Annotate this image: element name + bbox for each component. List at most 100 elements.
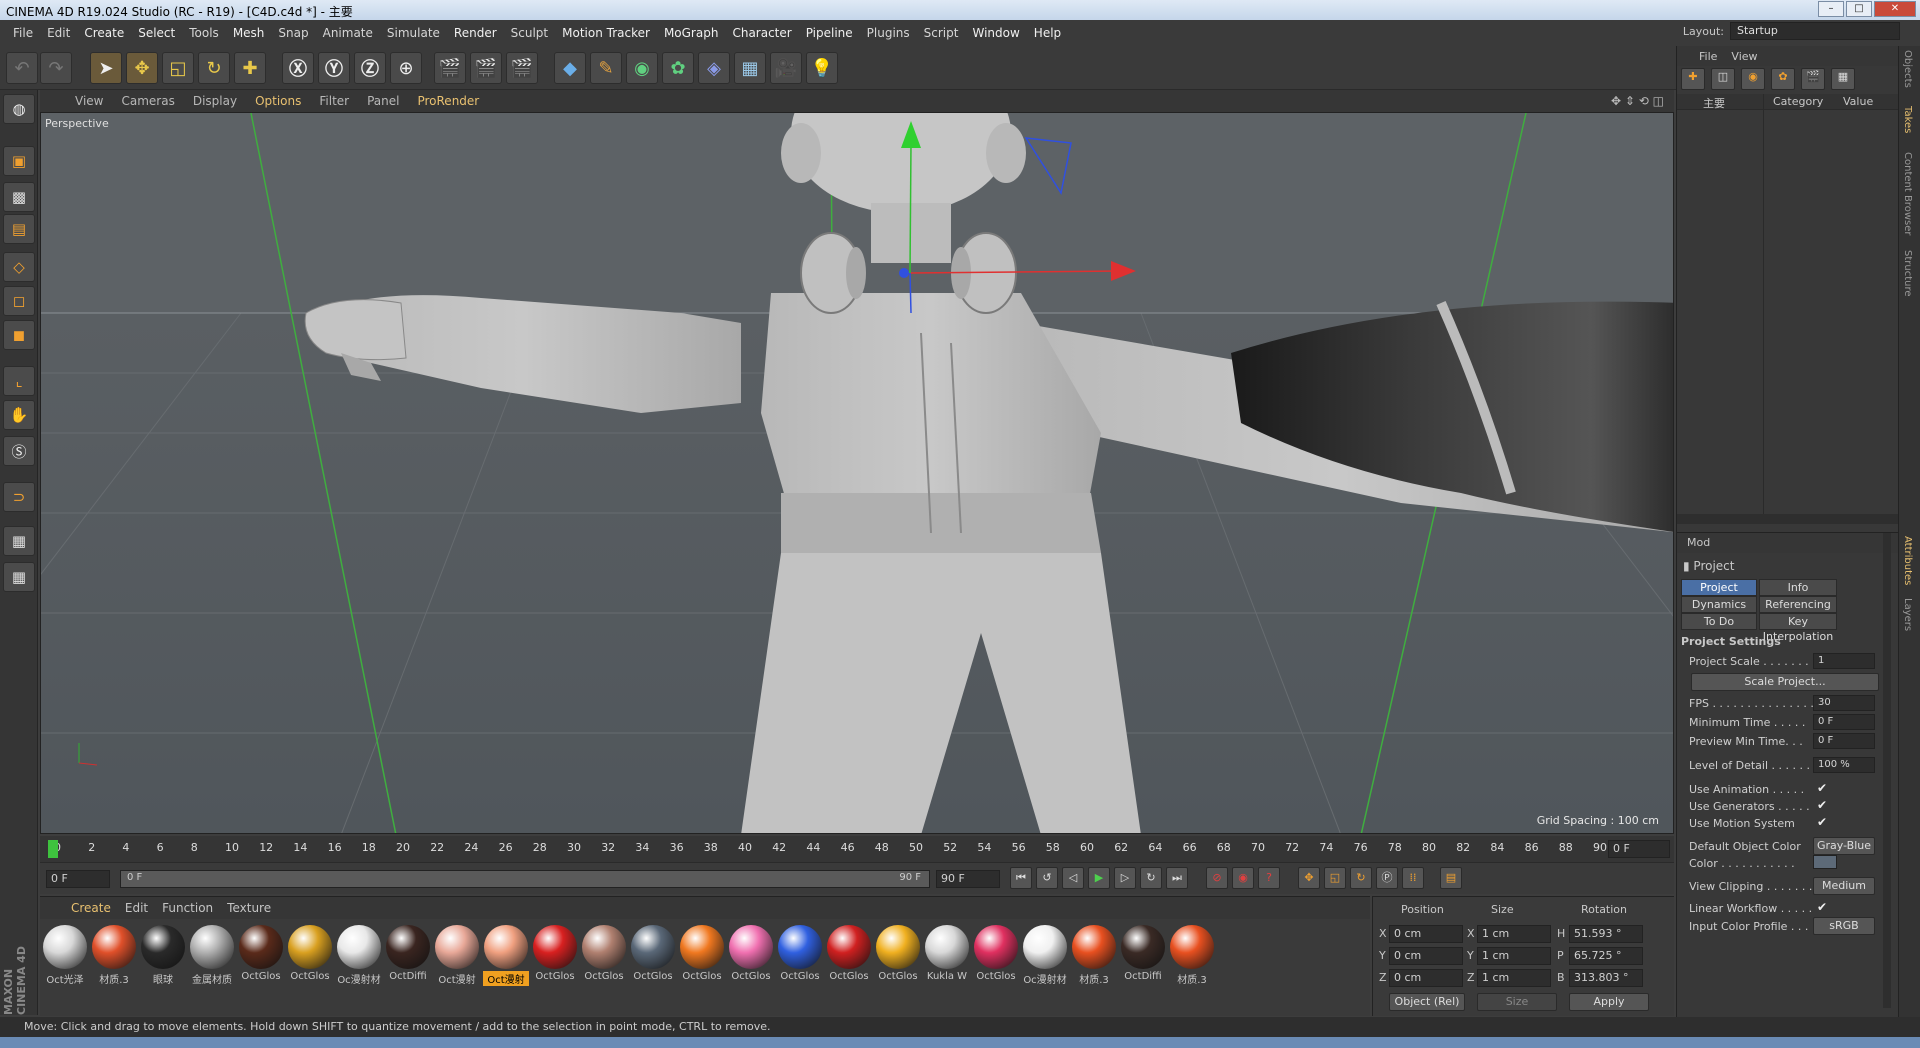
cube-icon[interactable]: ◆ [554,52,586,84]
key-scale-icon[interactable]: ◱ [1324,867,1346,889]
material-menu-edit[interactable]: Edit [118,901,155,915]
material-item[interactable]: Oc漫射材 [1022,925,1068,993]
next-key-icon[interactable]: ↻ [1140,867,1162,889]
x-axis-icon[interactable]: Ⓧ [282,52,314,84]
menu-plugins[interactable]: Plugins [860,26,917,40]
subdivision-icon[interactable]: ◉ [626,52,658,84]
menu-file[interactable]: File [6,26,40,40]
size-mode-dropdown[interactable]: Size [1477,993,1557,1011]
viewport-menu-cameras[interactable]: Cameras [112,94,183,108]
fps-field[interactable]: 30 [1813,695,1875,711]
camera-icon[interactable]: 🎥 [770,52,802,84]
material-item[interactable]: 材质.3 [1071,925,1117,993]
attribute-scrollbar[interactable] [1883,533,1891,1008]
menu-mesh[interactable]: Mesh [226,26,272,40]
material-item[interactable]: Oc漫射材 [336,925,382,993]
override-icon[interactable]: ◉ [1741,68,1765,90]
side-tab-layers[interactable]: Layers [1902,598,1913,631]
lock-workplane-icon[interactable]: ▦ [3,526,35,556]
material-item[interactable]: OctGlos [728,925,774,993]
takes-add-icon[interactable]: ✚ [1681,68,1705,90]
magnet-icon[interactable]: ⊃ [3,482,35,512]
scale-project-button[interactable]: Scale Project... [1691,673,1879,691]
timeline-playhead[interactable] [48,840,58,858]
rot-h-field[interactable]: 51.593 ° [1569,925,1643,943]
keyframe-selection-icon[interactable]: ? [1258,867,1280,889]
side-tab-takes[interactable]: Takes [1902,106,1913,133]
pos-z-field[interactable]: 0 cm [1389,969,1463,987]
viewport-nav-icons[interactable]: ✥ ⇕ ⟲ ◫ [1611,94,1664,108]
goto-start-icon[interactable]: ⏮ [1010,867,1032,889]
autokey-icon[interactable]: ◉ [1232,867,1254,889]
rot-p-field[interactable]: 65.725 ° [1569,947,1643,965]
takes-clone-icon[interactable]: ◫ [1711,68,1735,90]
side-tab-objects[interactable]: Objects [1902,50,1913,88]
scale-tool-icon[interactable]: ◱ [162,52,194,84]
menu-simulate[interactable]: Simulate [380,26,447,40]
material-menu-function[interactable]: Function [155,901,220,915]
tab-todo[interactable]: To Do [1681,613,1757,630]
min-time-field[interactable]: 0 F [1813,714,1875,730]
render-view-icon[interactable]: 🎬 [434,52,466,84]
side-tab-attributes[interactable]: Attributes [1902,536,1913,585]
points-mode-icon[interactable]: ◇ [3,252,35,282]
layout-dropdown[interactable]: Startup [1730,22,1900,40]
menu-help[interactable]: Help [1027,26,1068,40]
axis-mode-icon[interactable]: ⌞ [3,366,35,396]
make-editable-icon[interactable]: ◍ [3,94,35,124]
viewport-menu-filter[interactable]: Filter [310,94,358,108]
viewport-menu-display[interactable]: Display [184,94,246,108]
size-z-field[interactable]: 1 cm [1477,969,1551,987]
project-scale-field[interactable]: 1 [1813,653,1875,669]
object-menu-file[interactable]: File [1699,50,1717,63]
tweak-mode-icon[interactable]: ✋ [3,400,35,430]
material-item[interactable]: OctGlos [679,925,725,993]
menu-motion-tracker[interactable]: Motion Tracker [555,26,657,40]
workplane-mode-icon[interactable]: ▤ [3,214,35,244]
material-item[interactable]: OctGlos [532,925,578,993]
menu-script[interactable]: Script [917,26,966,40]
auto-take-icon[interactable]: ✿ [1771,68,1795,90]
tab-dynamics[interactable]: Dynamics [1681,596,1757,613]
texture-mode-icon[interactable]: ▩ [3,182,35,212]
menu-tools[interactable]: Tools [182,26,226,40]
render-picture-viewer-icon[interactable]: 🎬 [470,52,502,84]
planar-workplane-icon[interactable]: ▦ [3,562,35,592]
pen-icon[interactable]: ✎ [590,52,622,84]
snap-icon[interactable]: Ⓢ [3,436,35,466]
render-takes-icon[interactable]: 🎬 [1801,68,1825,90]
material-item[interactable]: 材质.3 [91,925,137,993]
pos-y-field[interactable]: 0 cm [1389,947,1463,965]
timeline-window-icon[interactable]: ▤ [1440,867,1462,889]
size-x-field[interactable]: 1 cm [1477,925,1551,943]
pos-x-field[interactable]: 0 cm [1389,925,1463,943]
material-item[interactable]: OctGlos [777,925,823,993]
use-animation-checkbox[interactable]: ✔ [1817,781,1827,795]
object-scrollbar[interactable] [1677,514,1899,524]
object-menu-view[interactable]: View [1731,50,1757,63]
rot-b-field[interactable]: 313.803 ° [1569,969,1643,987]
play-icon[interactable]: ▶ [1088,867,1110,889]
prev-key-icon[interactable]: ↺ [1036,867,1058,889]
color-swatch[interactable] [1813,855,1837,869]
undo-icon[interactable]: ↶ [6,52,38,84]
menu-snap[interactable]: Snap [271,26,315,40]
floor-icon[interactable]: ▦ [734,52,766,84]
material-item[interactable]: 眼球 [140,925,186,993]
record-keys-icon[interactable]: ⊘ [1206,867,1228,889]
rotate-tool-icon[interactable]: ↻ [198,52,230,84]
menu-animate[interactable]: Animate [316,26,380,40]
menu-character[interactable]: Character [725,26,798,40]
deformer-icon[interactable]: ◈ [698,52,730,84]
key-rotation-icon[interactable]: ↻ [1350,867,1372,889]
viewport-menu-panel[interactable]: Panel [358,94,408,108]
edges-mode-icon[interactable]: ◻ [3,286,35,316]
apply-button[interactable]: Apply [1569,993,1649,1011]
viewport-3d[interactable]: Perspective Grid Spacing : 100 cm [40,112,1674,834]
default-color-dropdown[interactable]: Gray-Blue [1813,837,1875,855]
prev-frame-icon[interactable]: ◁ [1062,867,1084,889]
viewport-menu-options[interactable]: Options [246,94,310,108]
material-item[interactable]: 金属材质 [189,925,235,993]
material-item[interactable]: OctGlos [826,925,872,993]
light-icon[interactable]: 💡 [806,52,838,84]
